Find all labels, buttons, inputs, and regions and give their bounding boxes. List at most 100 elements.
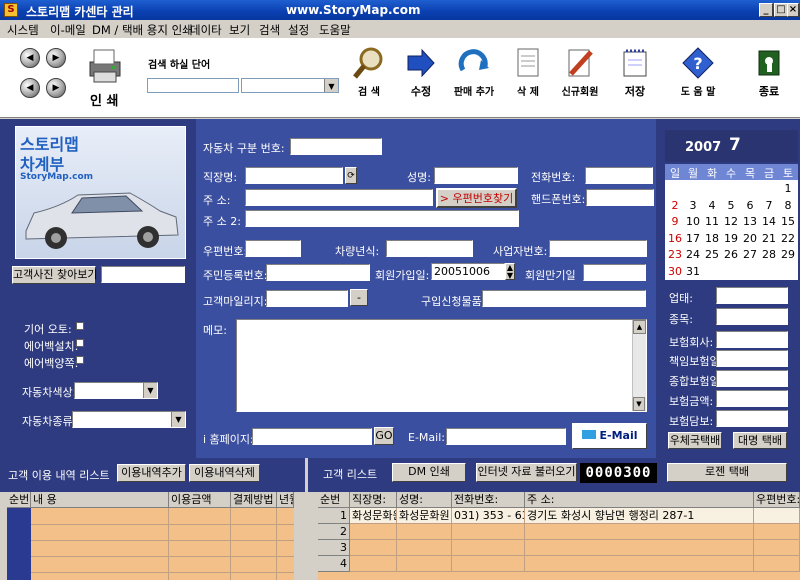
calendar-day[interactable]: 16 xyxy=(667,232,683,245)
car-color-select[interactable]: ▼ xyxy=(74,382,158,399)
calendar-day[interactable]: 23 xyxy=(667,248,683,261)
calendar-day[interactable]: 29 xyxy=(780,248,796,261)
calendar-day[interactable]: 21 xyxy=(761,232,777,245)
calendar-day[interactable]: 26 xyxy=(723,248,739,261)
calendar-day[interactable]: 28 xyxy=(761,248,777,261)
menu-view[interactable]: 보기 xyxy=(229,22,250,38)
expire-input[interactable] xyxy=(583,264,646,281)
memo-textarea[interactable]: ▲ ▼ xyxy=(236,319,647,412)
homepage-input[interactable] xyxy=(252,428,372,445)
biz-item-input[interactable] xyxy=(716,308,788,325)
nav-last-icon[interactable]: ▶ xyxy=(46,78,66,98)
calendar-day[interactable]: 13 xyxy=(742,215,758,228)
history-add-button[interactable]: 이용내역추가 xyxy=(117,464,186,482)
ins-cover-input[interactable] xyxy=(716,410,788,427)
printer-icon[interactable] xyxy=(84,46,124,86)
airbag-both-checkbox[interactable] xyxy=(76,356,84,364)
nav-prev-icon[interactable]: ◀ xyxy=(20,78,40,98)
add-sale-button[interactable]: 판매 추가 xyxy=(449,46,499,98)
customer-table[interactable]: 순번 직장명: 성명: 전화번호: 주 소: 우편번호: 1화성문화원화성문화원… xyxy=(318,492,800,580)
join-date-input[interactable]: 20051006 xyxy=(431,263,505,280)
menu-dm-print[interactable]: DM / 택배 용지 인쇄 xyxy=(92,22,193,38)
biz-type-input[interactable] xyxy=(716,287,788,304)
menu-settings[interactable]: 설정 xyxy=(288,22,309,38)
go-button[interactable]: GO xyxy=(374,427,394,445)
calendar-day[interactable]: 10 xyxy=(685,215,701,228)
car-number-input[interactable] xyxy=(290,138,382,155)
want-input[interactable] xyxy=(482,290,646,307)
liability-date-input[interactable] xyxy=(716,350,788,367)
calendar-day[interactable]: 18 xyxy=(704,232,720,245)
insurer-input[interactable] xyxy=(716,331,788,348)
calendar-day[interactable]: 24 xyxy=(685,248,701,261)
job-input[interactable] xyxy=(245,167,343,184)
car-type-select[interactable]: ▼ xyxy=(72,411,186,428)
customer-cell-addr[interactable] xyxy=(525,540,754,556)
calendar-day[interactable]: 11 xyxy=(704,215,720,228)
customer-cell-job[interactable]: 화성문화원 xyxy=(350,508,397,524)
photo-find-button[interactable]: 고객사진 찾아보기 xyxy=(12,266,97,284)
address-input[interactable] xyxy=(245,189,433,206)
history-col-amount[interactable]: 이용금액 xyxy=(169,492,231,508)
dm-print-button[interactable]: DM 인쇄 xyxy=(392,463,466,482)
phone-input[interactable] xyxy=(585,167,653,184)
customer-cell-zip[interactable] xyxy=(754,556,800,572)
menu-search[interactable]: 검색 xyxy=(259,22,280,38)
calendar-day[interactable]: 25 xyxy=(704,248,720,261)
menu-data[interactable]: 데이타 xyxy=(190,22,222,38)
customer-cell-name[interactable]: 화성문화원 xyxy=(397,508,452,524)
calendar-day[interactable]: 4 xyxy=(704,199,720,212)
splitter[interactable] xyxy=(305,458,308,580)
date-spinner[interactable]: ▲ ▼ xyxy=(505,263,515,280)
history-col-payment[interactable]: 결제방법 xyxy=(231,492,277,508)
menu-help[interactable]: 도움말 xyxy=(319,22,351,38)
job-lookup-icon[interactable]: ⟳ xyxy=(345,167,357,184)
internet-load-button[interactable]: 인터넷 자료 불러오기 xyxy=(476,463,577,482)
customer-cell-zip[interactable] xyxy=(754,540,800,556)
menu-email[interactable]: 이-메일 xyxy=(50,22,86,38)
customer-cell-addr[interactable] xyxy=(525,524,754,540)
full-ins-date-input[interactable] xyxy=(716,370,788,387)
gear-auto-checkbox[interactable] xyxy=(76,322,84,330)
customer-cell-name[interactable] xyxy=(397,556,452,572)
history-col-content[interactable]: 내 용 xyxy=(31,492,169,508)
customer-cell-addr[interactable] xyxy=(525,556,754,572)
customer-cell-zip[interactable] xyxy=(754,508,800,524)
calendar-day[interactable]: 14 xyxy=(761,215,777,228)
post-delivery-button[interactable]: 우체국택배 xyxy=(668,432,722,449)
customer-row-number[interactable]: 2 xyxy=(318,524,350,540)
calendar-day[interactable]: 27 xyxy=(742,248,758,261)
history-table[interactable]: 순번 내 용 이용금액 결제방법 년월 xyxy=(7,492,294,580)
calendar-day[interactable]: 15 xyxy=(780,215,796,228)
customer-cell-job[interactable] xyxy=(350,556,397,572)
customer-cell-phone[interactable] xyxy=(452,524,525,540)
cust-col-name[interactable]: 성명: xyxy=(397,492,452,508)
daemyung-delivery-button[interactable]: 대명 택배 xyxy=(733,432,787,449)
search-word-input[interactable] xyxy=(147,78,239,93)
minimize-button[interactable]: _ xyxy=(759,3,773,17)
calendar-day[interactable]: 31 xyxy=(685,265,701,278)
customer-row-number[interactable]: 4 xyxy=(318,556,350,572)
history-col-no[interactable]: 순번 xyxy=(7,492,31,508)
email-input[interactable] xyxy=(446,428,566,445)
cust-col-no[interactable]: 순번 xyxy=(318,492,350,508)
ins-amount-input[interactable] xyxy=(716,390,788,407)
print-label[interactable]: 인 쇄 xyxy=(90,90,118,109)
calendar-day[interactable]: 30 xyxy=(667,265,683,278)
calendar-day[interactable]: 20 xyxy=(742,232,758,245)
customer-cell-zip[interactable] xyxy=(754,524,800,540)
zip-find-button[interactable]: > 우편번호찾기 xyxy=(436,188,517,208)
calendar-day[interactable]: 22 xyxy=(780,232,796,245)
zip-input[interactable] xyxy=(245,240,301,257)
search-field-select[interactable]: ▼ xyxy=(241,78,339,93)
resident-no-input[interactable] xyxy=(266,264,370,281)
calendar-day[interactable]: 19 xyxy=(723,232,739,245)
customer-row-number[interactable]: 3 xyxy=(318,540,350,556)
biz-no-input[interactable] xyxy=(549,240,647,257)
calendar-day[interactable]: 7 xyxy=(761,199,777,212)
calendar-day[interactable]: 3 xyxy=(685,199,701,212)
cust-col-phone[interactable]: 전화번호: xyxy=(452,492,525,508)
calendar-day[interactable]: 6 xyxy=(742,199,758,212)
customer-cell-job[interactable] xyxy=(350,540,397,556)
history-delete-button[interactable]: 이용내역삭제 xyxy=(189,464,260,482)
